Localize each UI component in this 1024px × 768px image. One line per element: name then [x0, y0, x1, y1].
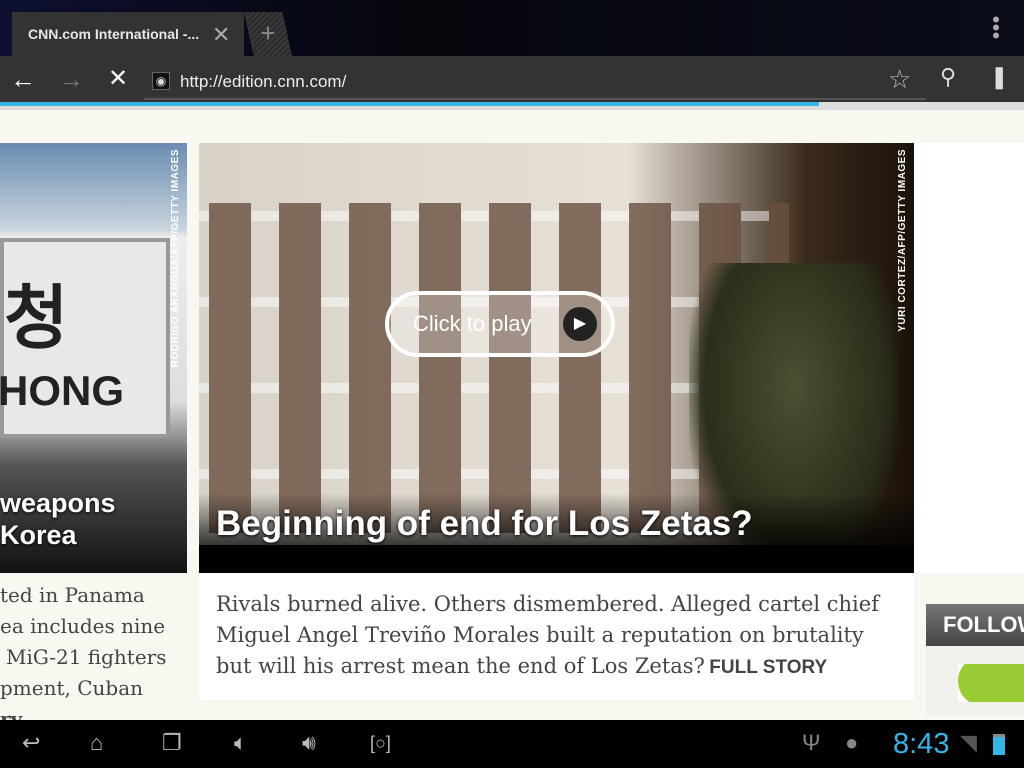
- photo-credit: RODRIGO ARANGUA/AFP/GETTY IMAGES: [170, 149, 181, 368]
- battery-icon: [993, 734, 1005, 755]
- overflow-menu-icon[interactable]: • • •: [992, 9, 1000, 47]
- forward-icon[interactable]: →: [58, 64, 84, 95]
- play-button[interactable]: Click to play ▶: [385, 291, 615, 357]
- back-icon[interactable]: ←: [10, 64, 36, 95]
- url-input[interactable]: ◉ http://edition.cnn.com/: [144, 66, 926, 100]
- bookmarks-icon[interactable]: ❚: [990, 64, 1008, 90]
- wifi-icon: ◥: [960, 730, 977, 755]
- globe-icon: ◉: [152, 72, 170, 90]
- stop-icon[interactable]: ✕: [108, 64, 128, 93]
- main-story-summary: Rivals burned alive. Others dismembered.…: [199, 573, 914, 700]
- new-tab-button[interactable]: +: [244, 12, 292, 56]
- main-story-image[interactable]: YURI CORTEZ/AFP/GETTY IMAGES Click to pl…: [199, 143, 914, 573]
- sign-text: HONG: [0, 367, 124, 414]
- close-tab-icon[interactable]: ✕: [212, 22, 230, 48]
- load-progress-bar: [0, 102, 1024, 110]
- clock[interactable]: 8:43: [893, 728, 949, 761]
- follow-header: FOLLOW: [926, 604, 1024, 646]
- tab-title: CNN.com International -...: [28, 26, 200, 42]
- recent-apps-icon[interactable]: ❐: [162, 730, 182, 756]
- play-icon: ▶: [563, 307, 597, 341]
- volume-down-icon[interactable]: 🔈︎: [234, 730, 247, 756]
- sign: 청 HONG: [0, 238, 170, 438]
- url-text: http://edition.cnn.com/: [180, 72, 347, 91]
- usb-icon: Ψ: [802, 730, 821, 755]
- search-icon[interactable]: ⚲: [940, 64, 956, 90]
- photo-credit: YURI CORTEZ/AFP/GETTY IMAGES: [897, 149, 908, 332]
- system-nav-bar: ↩ ⌂ ❐ 🔈︎ 🔊︎ [○] Ψ ● 8:43 ◥: [0, 720, 1024, 768]
- left-story-image[interactable]: 청 HONG RODRIGO ARANGUA/AFP/GETTY IMAGES …: [0, 143, 187, 573]
- left-headline[interactable]: weapons Korea: [0, 487, 116, 551]
- screenshot-icon[interactable]: [○]: [370, 733, 391, 754]
- follow-widget: FOLLOW: [926, 604, 1024, 716]
- tab-bar: CNN.com International -... ✕ + • • •: [0, 0, 1024, 56]
- bookmark-star-icon[interactable]: ☆: [888, 64, 911, 95]
- android-debug-icon: ●: [845, 730, 859, 755]
- main-headline[interactable]: Beginning of end for Los Zetas?: [216, 504, 753, 544]
- browser-toolbar: ← → ✕ ◉ http://edition.cnn.com/ ☆ ⚲ ❚: [0, 56, 1024, 104]
- play-label: Click to play: [413, 311, 532, 336]
- left-story-summary: ted in Panama ea includes nine MiG-21 figh…: [0, 583, 167, 720]
- volume-up-icon[interactable]: 🔊︎: [302, 730, 316, 756]
- full-story-link[interactable]: FULL STORY: [709, 657, 827, 678]
- back-nav-icon[interactable]: ↩: [22, 730, 40, 756]
- android-app-icon[interactable]: [958, 664, 1024, 702]
- home-nav-icon[interactable]: ⌂: [90, 730, 103, 756]
- tab-cnn[interactable]: CNN.com International -... ✕: [12, 12, 244, 56]
- right-card: [914, 143, 1024, 573]
